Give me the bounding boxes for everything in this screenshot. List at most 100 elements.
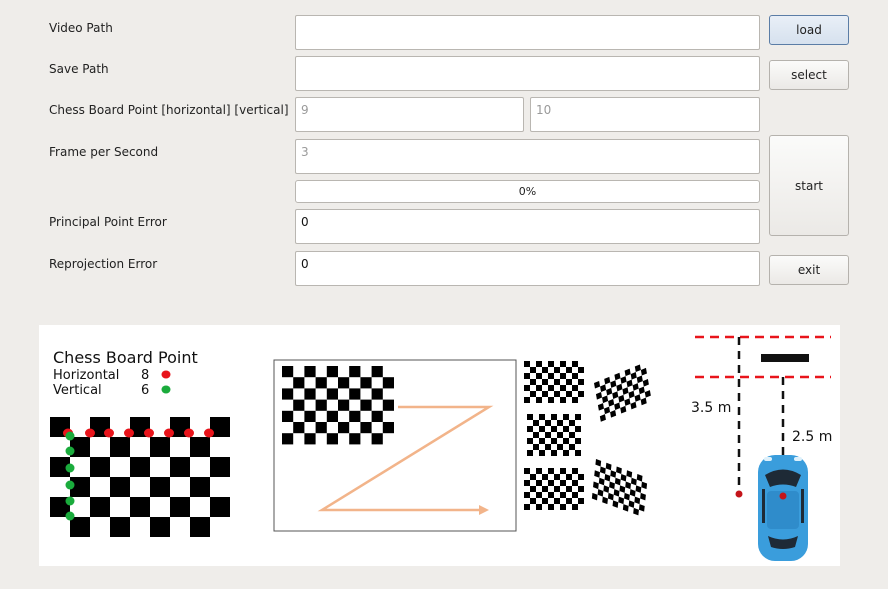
chessboard-square <box>597 489 604 497</box>
flat-chessboard-2 <box>527 414 581 456</box>
chessboard-square <box>360 399 372 411</box>
save-path-input[interactable] <box>295 56 760 91</box>
chessboard-square <box>282 388 294 400</box>
chessboard-square <box>349 433 361 445</box>
load-button[interactable]: load <box>769 15 849 45</box>
chessboard-square <box>326 366 338 378</box>
chessboard-square <box>602 395 609 404</box>
chessboard-square <box>613 489 620 497</box>
horizontal-points-input[interactable] <box>295 97 524 132</box>
chessboard-square <box>560 361 566 367</box>
chessboard-square <box>620 376 627 384</box>
chessboard-square <box>575 438 581 444</box>
chessboard-square <box>636 375 643 384</box>
chessboard-square <box>572 361 578 367</box>
tilted-chessboard-1 <box>594 364 651 422</box>
principal-point-error-label: Principal Point Error <box>49 215 167 229</box>
chessboard-square <box>626 379 633 388</box>
chessboard-square <box>557 420 563 426</box>
chessboard-square <box>554 391 560 397</box>
chessboard-square <box>326 410 338 422</box>
fps-label: Frame per Second <box>49 145 159 159</box>
chessboard-square <box>551 450 557 456</box>
chessboard-square <box>536 504 542 510</box>
chessboard-square <box>560 504 566 510</box>
chessboard-square <box>594 470 600 478</box>
chessboard-square <box>614 477 621 486</box>
chessboard-square <box>349 366 361 378</box>
chessboard-square <box>614 402 621 411</box>
chessboard-square <box>170 457 190 477</box>
chessboard-square <box>624 492 630 501</box>
exit-button[interactable]: exit <box>769 255 849 285</box>
chessboard-square <box>530 367 536 373</box>
chessboard-square <box>304 410 316 422</box>
video-path-label: Video Path <box>49 21 113 35</box>
horizontal-corner-point <box>104 428 114 438</box>
chessboard-square <box>624 368 631 377</box>
chessboard-square <box>551 414 557 420</box>
chessboard-square <box>578 498 584 504</box>
chessboard-square <box>150 437 170 457</box>
chessboard-square <box>560 468 566 474</box>
vertical-corner-point <box>65 463 75 473</box>
chessboard-square <box>610 470 617 478</box>
chessboard-square <box>595 392 603 400</box>
legend-horizontal-dot <box>161 370 171 379</box>
chessboard-square <box>539 426 545 432</box>
chessboard-square <box>557 432 563 438</box>
chessboard-square <box>578 367 584 373</box>
chessboard-square <box>371 433 383 445</box>
chessboard-square <box>548 480 554 486</box>
chessboard-square <box>569 420 575 426</box>
chessboard-square <box>612 500 619 508</box>
chessboard-square <box>548 468 554 474</box>
chessboard-square <box>575 426 581 432</box>
chessboard-square <box>545 444 551 450</box>
video-path-input[interactable] <box>295 15 760 50</box>
chessboard-square <box>566 486 572 492</box>
horizontal-corner-point <box>164 428 174 438</box>
chessboard-square <box>605 462 612 471</box>
chessboard-square <box>90 457 110 477</box>
chessboard-square <box>382 399 394 411</box>
chessboard-square <box>554 474 560 480</box>
chessboard-square <box>595 459 602 467</box>
start-button[interactable]: start <box>769 135 849 236</box>
vertical-points-input[interactable] <box>530 97 760 132</box>
chessboard-square <box>536 373 542 379</box>
chessboard-square <box>598 477 605 486</box>
chessboard-square <box>533 420 539 426</box>
chessboard-square <box>566 498 572 504</box>
chessboard-square <box>578 474 584 480</box>
chessboard-square <box>609 481 615 490</box>
chessboard-square <box>640 397 647 406</box>
chessboard-square <box>293 422 305 434</box>
chessboard-square <box>560 385 566 391</box>
chess-board-point-label: Chess Board Point [horizontal] [vertical… <box>49 103 289 117</box>
chessboard-square <box>633 507 639 516</box>
chessboard-square <box>524 373 530 379</box>
fps-input[interactable] <box>295 139 760 174</box>
legend-vertical-dot <box>161 385 171 394</box>
chessboard-square <box>382 377 394 389</box>
chessboard-square <box>575 414 581 420</box>
chessboard-square <box>527 414 533 420</box>
chessboard-square <box>572 504 578 510</box>
horizontal-corner-point <box>144 428 154 438</box>
chessboard-square <box>563 438 569 444</box>
chessboard-square <box>382 422 394 434</box>
chessboard-square <box>524 385 530 391</box>
chessboard-square <box>616 466 622 475</box>
chessboard-square <box>536 397 542 403</box>
chessboard-square <box>624 398 631 406</box>
chessboard-square <box>566 391 572 397</box>
chessboard-square <box>548 504 554 510</box>
chessboard-square <box>539 438 545 444</box>
chessboard-square <box>338 422 350 434</box>
select-button[interactable]: select <box>769 60 849 90</box>
chessboard-square <box>371 388 383 400</box>
example-chessboard <box>50 417 230 537</box>
chessboard-square <box>554 486 560 492</box>
chessboard-square <box>530 486 536 492</box>
